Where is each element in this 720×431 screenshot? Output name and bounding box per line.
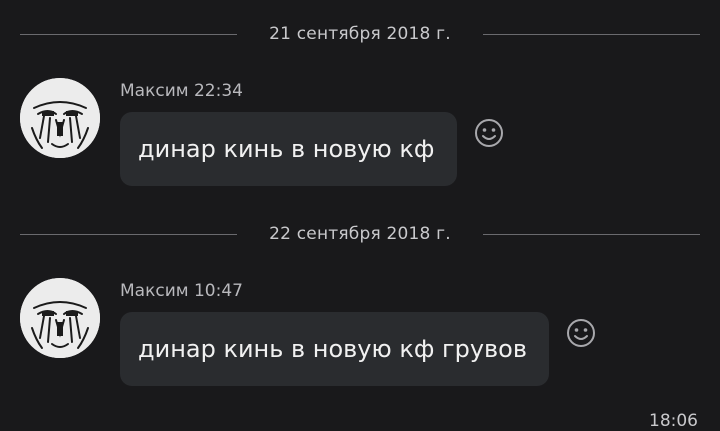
separator-line bbox=[482, 33, 701, 35]
avatar-drawing-icon bbox=[20, 78, 100, 158]
footer-time: 18:06 bbox=[649, 411, 698, 431]
avatar[interactable] bbox=[20, 278, 100, 358]
date-separator: 22 сентября 2018 г. bbox=[20, 224, 701, 244]
date-label: 22 сентября 2018 г. bbox=[269, 224, 451, 244]
message-text: динар кинь в новую кф bbox=[138, 135, 435, 163]
date-separator: 21 сентября 2018 г. bbox=[20, 24, 701, 44]
message-time: 22:34 bbox=[193, 81, 243, 101]
separator-line bbox=[20, 233, 238, 235]
smiley-icon[interactable] bbox=[474, 118, 504, 148]
message-meta: Максим 10:47 bbox=[120, 281, 243, 301]
message-bubble[interactable]: динар кинь в новую кф bbox=[120, 112, 457, 186]
message-time: 10:47 bbox=[193, 281, 243, 301]
author-name[interactable]: Максим bbox=[120, 81, 189, 101]
avatar-drawing-icon bbox=[20, 278, 100, 358]
date-label: 21 сентября 2018 г. bbox=[269, 24, 451, 44]
smiley-icon[interactable] bbox=[566, 318, 596, 348]
message-item: Максим 22:34 динар кинь в новую кф bbox=[20, 78, 700, 188]
author-name[interactable]: Максим bbox=[120, 281, 189, 301]
message-text: динар кинь в новую кф грувов bbox=[138, 335, 528, 363]
separator-line bbox=[482, 233, 701, 235]
message-item: Максим 10:47 динар кинь в новую кф груво… bbox=[20, 278, 700, 388]
message-meta: Максим 22:34 bbox=[120, 81, 243, 101]
avatar[interactable] bbox=[20, 78, 100, 158]
separator-line bbox=[20, 33, 238, 35]
message-bubble[interactable]: динар кинь в новую кф грувов bbox=[120, 312, 549, 386]
